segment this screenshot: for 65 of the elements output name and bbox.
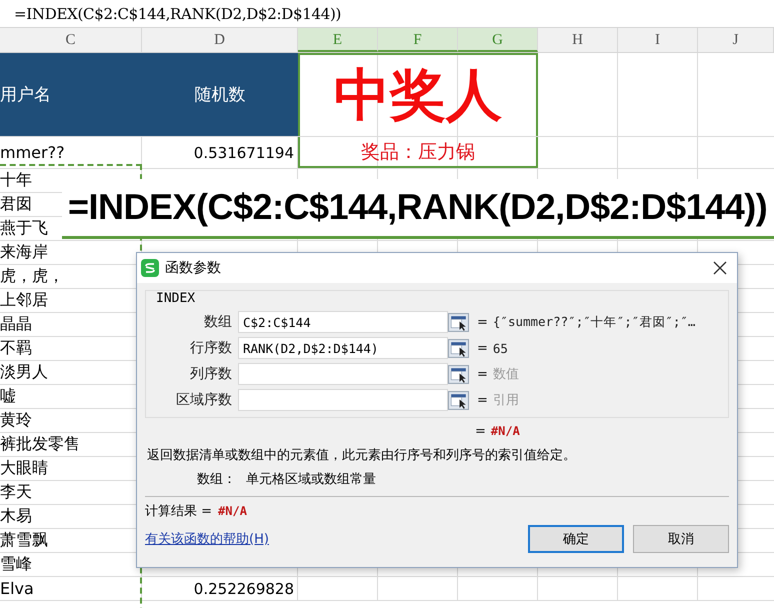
table-cell: 淡男人 [0,362,48,383]
table-header-cell: 随机数 [142,53,298,136]
range-picker-icon[interactable] [448,338,469,358]
argument-result: 引用 [492,392,519,409]
table-header-cell: 用户名 [0,53,142,136]
range-picker-icon[interactable] [448,312,469,332]
range-picker-icon[interactable] [448,390,469,410]
argument-result: {″summer??″;″十年″;″君囡″;″… [492,314,696,330]
formula-result: #N/A [490,424,520,438]
result-value: #N/A [218,504,247,518]
column-header[interactable]: G [458,28,538,52]
table-cell: 燕于飞 [0,218,48,239]
result-label: 计算结果 = [145,503,212,520]
cancel-button[interactable]: 取消 [633,525,729,553]
equals-sign: = [477,366,488,382]
argument-label: 区域序数 [175,391,233,409]
table-cell: 来海岸 [0,242,48,263]
column-header[interactable]: E [298,28,378,52]
equals-sign: = [475,424,486,438]
table-cell: mmer?? [0,143,65,162]
equals-sign: = [477,314,488,330]
input-field[interactable] [238,389,448,411]
column-header[interactable]: F [378,28,458,52]
table-cell: 晶晶 [0,314,32,335]
table-cell: 裤批发零售 [0,434,80,455]
prize-label: 奖品：压力锅 [361,140,475,164]
table-cell: 李天 [0,482,32,503]
table-cell: 大眼睛 [0,458,48,479]
column-header[interactable]: C [0,28,142,52]
column-header[interactable]: H [538,28,618,52]
range-picker-icon[interactable] [448,364,469,384]
equals-sign: = [477,392,488,408]
table-cell: 君囡 [0,194,32,215]
argument-result: 数值 [492,366,519,383]
table-cell: 不羁 [0,338,32,359]
argument-label: 数组 [203,313,233,331]
argument-result: 65 [492,340,508,356]
input-field[interactable]: RANK(D2,D$2:D$144) [238,337,448,359]
table-cell: 嘘 [0,386,16,407]
column-header[interactable]: J [698,28,774,52]
input-field[interactable] [238,363,448,385]
table-cell: Elva [0,579,34,598]
argument-label: 行序数 [189,339,233,357]
table-cell: 雪峰 [0,554,32,575]
help-link[interactable]: 有关该函数的帮助(H) [145,530,269,548]
dialog-title: 函数参数 [165,259,221,277]
formula-text-box: =INDEX(C$2:C$144,RANK(D2,D$2:D$144)) [62,179,774,239]
table-cell: 0.531671194 [194,144,294,162]
function-description: 返回数据清单或数组中的元素值，此元素由行序号和列序号的索引值给定。 [146,447,577,465]
table-cell: 上邻居 [0,290,48,311]
table-cell: 萧雪飘 [0,530,48,551]
argument-name: 数组： [197,471,236,489]
equals-sign: = [477,340,488,356]
close-icon[interactable] [713,261,727,275]
argument-label: 列序数 [189,365,233,383]
table-cell: 虎，虎， [0,266,64,287]
column-header[interactable]: I [618,28,698,52]
input-field[interactable]: C$2:C$144 [238,311,448,333]
ok-button[interactable]: 确定 [528,525,624,553]
table-cell: 木易 [0,506,32,527]
table-cell: 十年 [0,170,32,191]
table-cell: 黄玲 [0,410,32,431]
app-icon [141,259,159,277]
table-cell: 0.252269828 [194,580,294,598]
argument-description: 单元格区域或数组常量 [246,471,376,489]
